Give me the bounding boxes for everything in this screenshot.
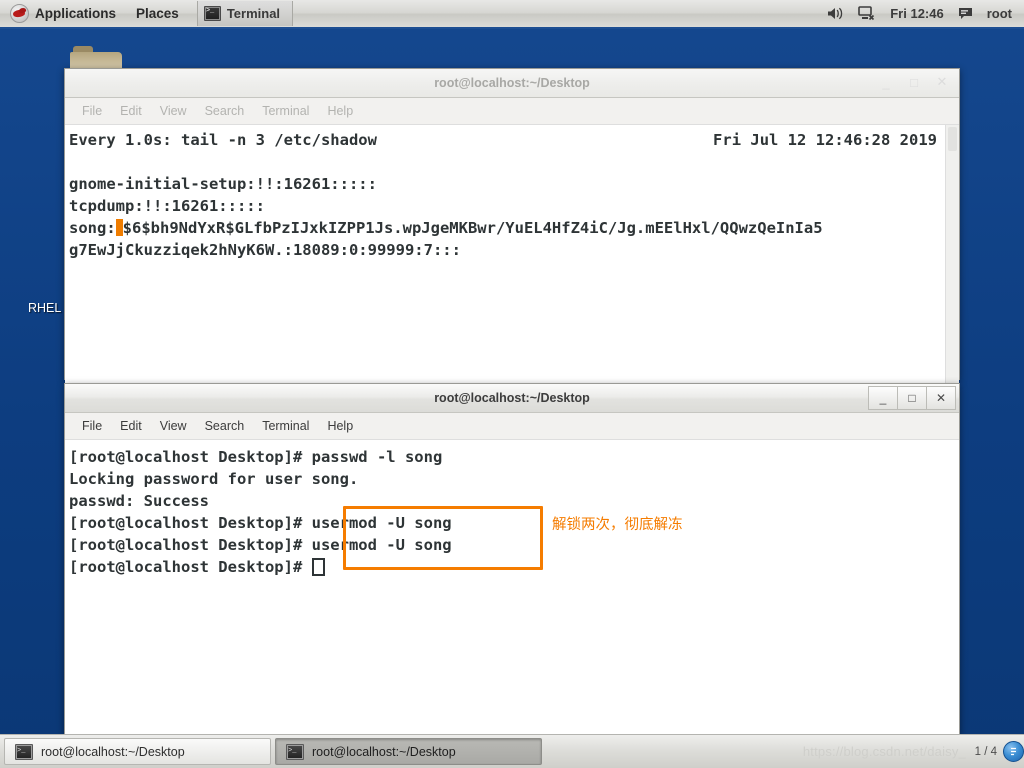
- menu-terminal[interactable]: Terminal: [253, 417, 318, 435]
- menu-view[interactable]: View: [151, 102, 196, 120]
- shadow-song-prefix: song:: [69, 219, 116, 237]
- top-panel: Applications Places Terminal: [0, 0, 1024, 29]
- terminal-window-shell[interactable]: root@localhost:~/Desktop _ □ ✕ File Edit…: [64, 383, 960, 741]
- window-controls-watch: _ □ ✕: [872, 71, 956, 93]
- menu-terminal[interactable]: Terminal: [253, 102, 318, 120]
- text-cursor: [311, 558, 325, 576]
- shell-prompt-6: [root@localhost Desktop]#: [69, 558, 312, 576]
- shadow-line-tcpdump: tcpdump:!!:16261:::::: [69, 197, 265, 215]
- terminal-output-watch[interactable]: Every 1.0s: tail -n 3 /etc/shadow Fri Ju…: [65, 125, 959, 384]
- desktop-icon-label-rhel[interactable]: RHEL: [28, 301, 61, 315]
- menubar-shell: File Edit View Search Terminal Help: [65, 413, 959, 440]
- maximize-button[interactable]: □: [900, 71, 928, 93]
- menu-help[interactable]: Help: [318, 102, 362, 120]
- menu-file[interactable]: File: [73, 417, 111, 435]
- maximize-button[interactable]: □: [897, 386, 926, 410]
- titlebar-shell[interactable]: root@localhost:~/Desktop _ □ ✕: [65, 384, 959, 413]
- applications-menu[interactable]: Applications: [0, 1, 126, 26]
- menu-search[interactable]: Search: [196, 417, 254, 435]
- taskbar-item-2-label: root@localhost:~/Desktop: [312, 744, 456, 759]
- shell-prompt-5: [root@localhost Desktop]#: [69, 536, 312, 554]
- shell-line-3: passwd: Success: [69, 492, 209, 510]
- top-panel-window-button[interactable]: Terminal: [196, 1, 294, 26]
- shell-line-4: [root@localhost Desktop]# usermod -U son…: [67, 512, 959, 534]
- menubar-watch: File Edit View Search Terminal Help: [65, 98, 959, 125]
- menu-search[interactable]: Search: [196, 102, 254, 120]
- shell-prompt-1: [root@localhost Desktop]#: [69, 448, 312, 466]
- close-button[interactable]: ✕: [928, 71, 956, 93]
- places-menu-label: Places: [136, 6, 179, 21]
- menu-help[interactable]: Help: [318, 417, 362, 435]
- shadow-song-hash: $6$bh9NdYxR$GLfbPzIJxkIZPP1Js.wpJgeMKBwr…: [122, 219, 823, 237]
- desktop-screen: Applications Places Terminal: [0, 0, 1024, 768]
- bottom-panel: root@localhost:~/Desktop root@localhost:…: [0, 734, 1024, 768]
- watch-header-timestamp: Fri Jul 12 12:46:28 2019: [713, 131, 937, 149]
- terminal-icon: [286, 743, 304, 760]
- shell-line-2: Locking password for user song.: [69, 470, 359, 488]
- menu-file[interactable]: File: [73, 102, 111, 120]
- terminal-icon: [15, 743, 33, 760]
- menu-edit[interactable]: Edit: [111, 102, 151, 120]
- places-menu[interactable]: Places: [126, 1, 189, 26]
- shell-prompt-4: [root@localhost Desktop]#: [69, 514, 312, 532]
- workspace-switcher-icon[interactable]: [1003, 741, 1024, 762]
- shell-command-4: usermod -U song: [311, 514, 452, 532]
- top-panel-window-label: Terminal: [226, 6, 281, 21]
- taskbar-item-1[interactable]: root@localhost:~/Desktop: [4, 738, 271, 765]
- shadow-line-gnome: gnome-initial-setup:!!:16261:::::: [69, 175, 377, 193]
- shell-line-6-current: [root@localhost Desktop]#: [67, 556, 959, 578]
- taskbar-item-2[interactable]: root@localhost:~/Desktop: [275, 738, 542, 765]
- window-frame: root@localhost:~/Desktop _ □ ✕ File Edit…: [64, 383, 960, 741]
- redhat-logo-icon: [10, 4, 29, 23]
- window-title-shell: root@localhost:~/Desktop: [434, 391, 590, 405]
- watch-blank-row: [67, 151, 959, 173]
- shell-command-1: passwd -l song: [311, 448, 443, 466]
- workspace-label: 1 / 4: [974, 745, 997, 758]
- terminal-window-watch[interactable]: root@localhost:~/Desktop _ □ ✕ File Edit…: [64, 68, 960, 384]
- minimize-button[interactable]: _: [872, 71, 900, 93]
- user-menu-label[interactable]: root: [987, 6, 1012, 21]
- close-button[interactable]: ✕: [926, 386, 956, 410]
- menu-edit[interactable]: Edit: [111, 417, 151, 435]
- shadow-line-song: song: $6$bh9NdYxR$GLfbPzIJxkIZPP1Js.wpJge…: [67, 217, 959, 239]
- applications-menu-label: Applications: [35, 6, 117, 21]
- shell-command-5: usermod -U song: [311, 536, 452, 554]
- terminal-output-shell[interactable]: [root@localhost Desktop]# passwd -l song…: [65, 440, 959, 741]
- window-controls-shell: _ □ ✕: [868, 386, 956, 410]
- clock[interactable]: Fri 12:46: [890, 6, 943, 21]
- volume-icon[interactable]: [827, 6, 844, 21]
- shell-line-5: [root@localhost Desktop]# usermod -U son…: [67, 534, 959, 556]
- watch-header-row: Every 1.0s: tail -n 3 /etc/shadow Fri Ju…: [67, 129, 959, 151]
- terminal-icon: [203, 6, 221, 21]
- scrollbar-thumb[interactable]: [948, 127, 957, 151]
- minimize-button[interactable]: _: [868, 386, 897, 410]
- system-tray: Fri 12:46 root: [827, 6, 1024, 21]
- message-icon[interactable]: [958, 7, 973, 21]
- shell-line-1: [root@localhost Desktop]# passwd -l song: [67, 446, 959, 468]
- network-disconnected-icon[interactable]: [858, 6, 876, 21]
- annotation-note: 解锁两次，彻底解冻: [552, 517, 683, 533]
- window-frame: root@localhost:~/Desktop _ □ ✕ File Edit…: [64, 68, 960, 384]
- scrollbar-watch[interactable]: [945, 125, 959, 384]
- titlebar-watch[interactable]: root@localhost:~/Desktop _ □ ✕: [65, 69, 959, 98]
- workspace-switcher[interactable]: 1 / 4: [975, 741, 1024, 762]
- shadow-line-song-cont: g7EwJjCkuzziqek2hNyK6W.:18089:0:99999:7:…: [69, 241, 461, 259]
- menu-view[interactable]: View: [151, 417, 196, 435]
- window-title-watch: root@localhost:~/Desktop: [434, 76, 590, 90]
- watch-header-command: Every 1.0s: tail -n 3 /etc/shadow: [69, 131, 377, 149]
- taskbar-item-1-label: root@localhost:~/Desktop: [41, 744, 185, 759]
- orange-caret-marker: [115, 219, 123, 236]
